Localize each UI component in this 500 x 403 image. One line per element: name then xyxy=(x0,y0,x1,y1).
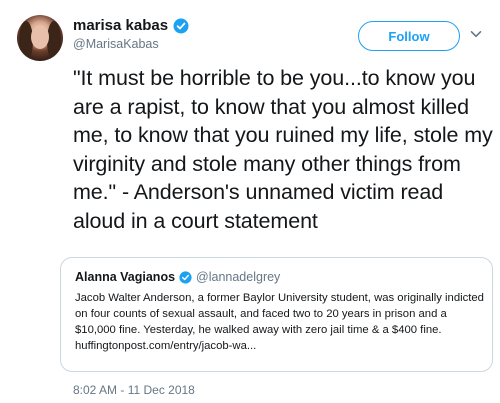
tweet: marisa kabas @MarisaKabas Follow "It mus… xyxy=(0,0,500,403)
author-name-row: marisa kabas xyxy=(73,17,189,34)
avatar[interactable] xyxy=(17,15,63,61)
follow-button[interactable]: Follow xyxy=(358,21,460,51)
quoted-author-name: Alanna Vagianos xyxy=(75,270,176,284)
author-display-name[interactable]: marisa kabas xyxy=(73,17,168,34)
quoted-author-handle: @lannadelgrey xyxy=(196,270,281,284)
quoted-tweet-card[interactable]: Alanna Vagianos @lannadelgrey Jacob Walt… xyxy=(60,257,493,372)
quoted-tweet-header: Alanna Vagianos @lannadelgrey xyxy=(75,270,280,284)
quoted-tweet-text: Jacob Walter Anderson, a former Baylor U… xyxy=(75,292,484,352)
tweet-timestamp[interactable]: 8:02 AM - 11 Dec 2018 xyxy=(73,383,195,397)
avatar-hair-right xyxy=(47,21,61,61)
chevron-down-icon[interactable] xyxy=(469,27,483,41)
author-handle[interactable]: @MarisaKabas xyxy=(73,37,159,51)
quoted-verified-badge-icon xyxy=(179,270,192,284)
verified-badge-icon xyxy=(173,18,189,34)
avatar-face xyxy=(31,25,49,49)
tweet-text: "It must be horrible to be you...to know… xyxy=(73,66,493,233)
